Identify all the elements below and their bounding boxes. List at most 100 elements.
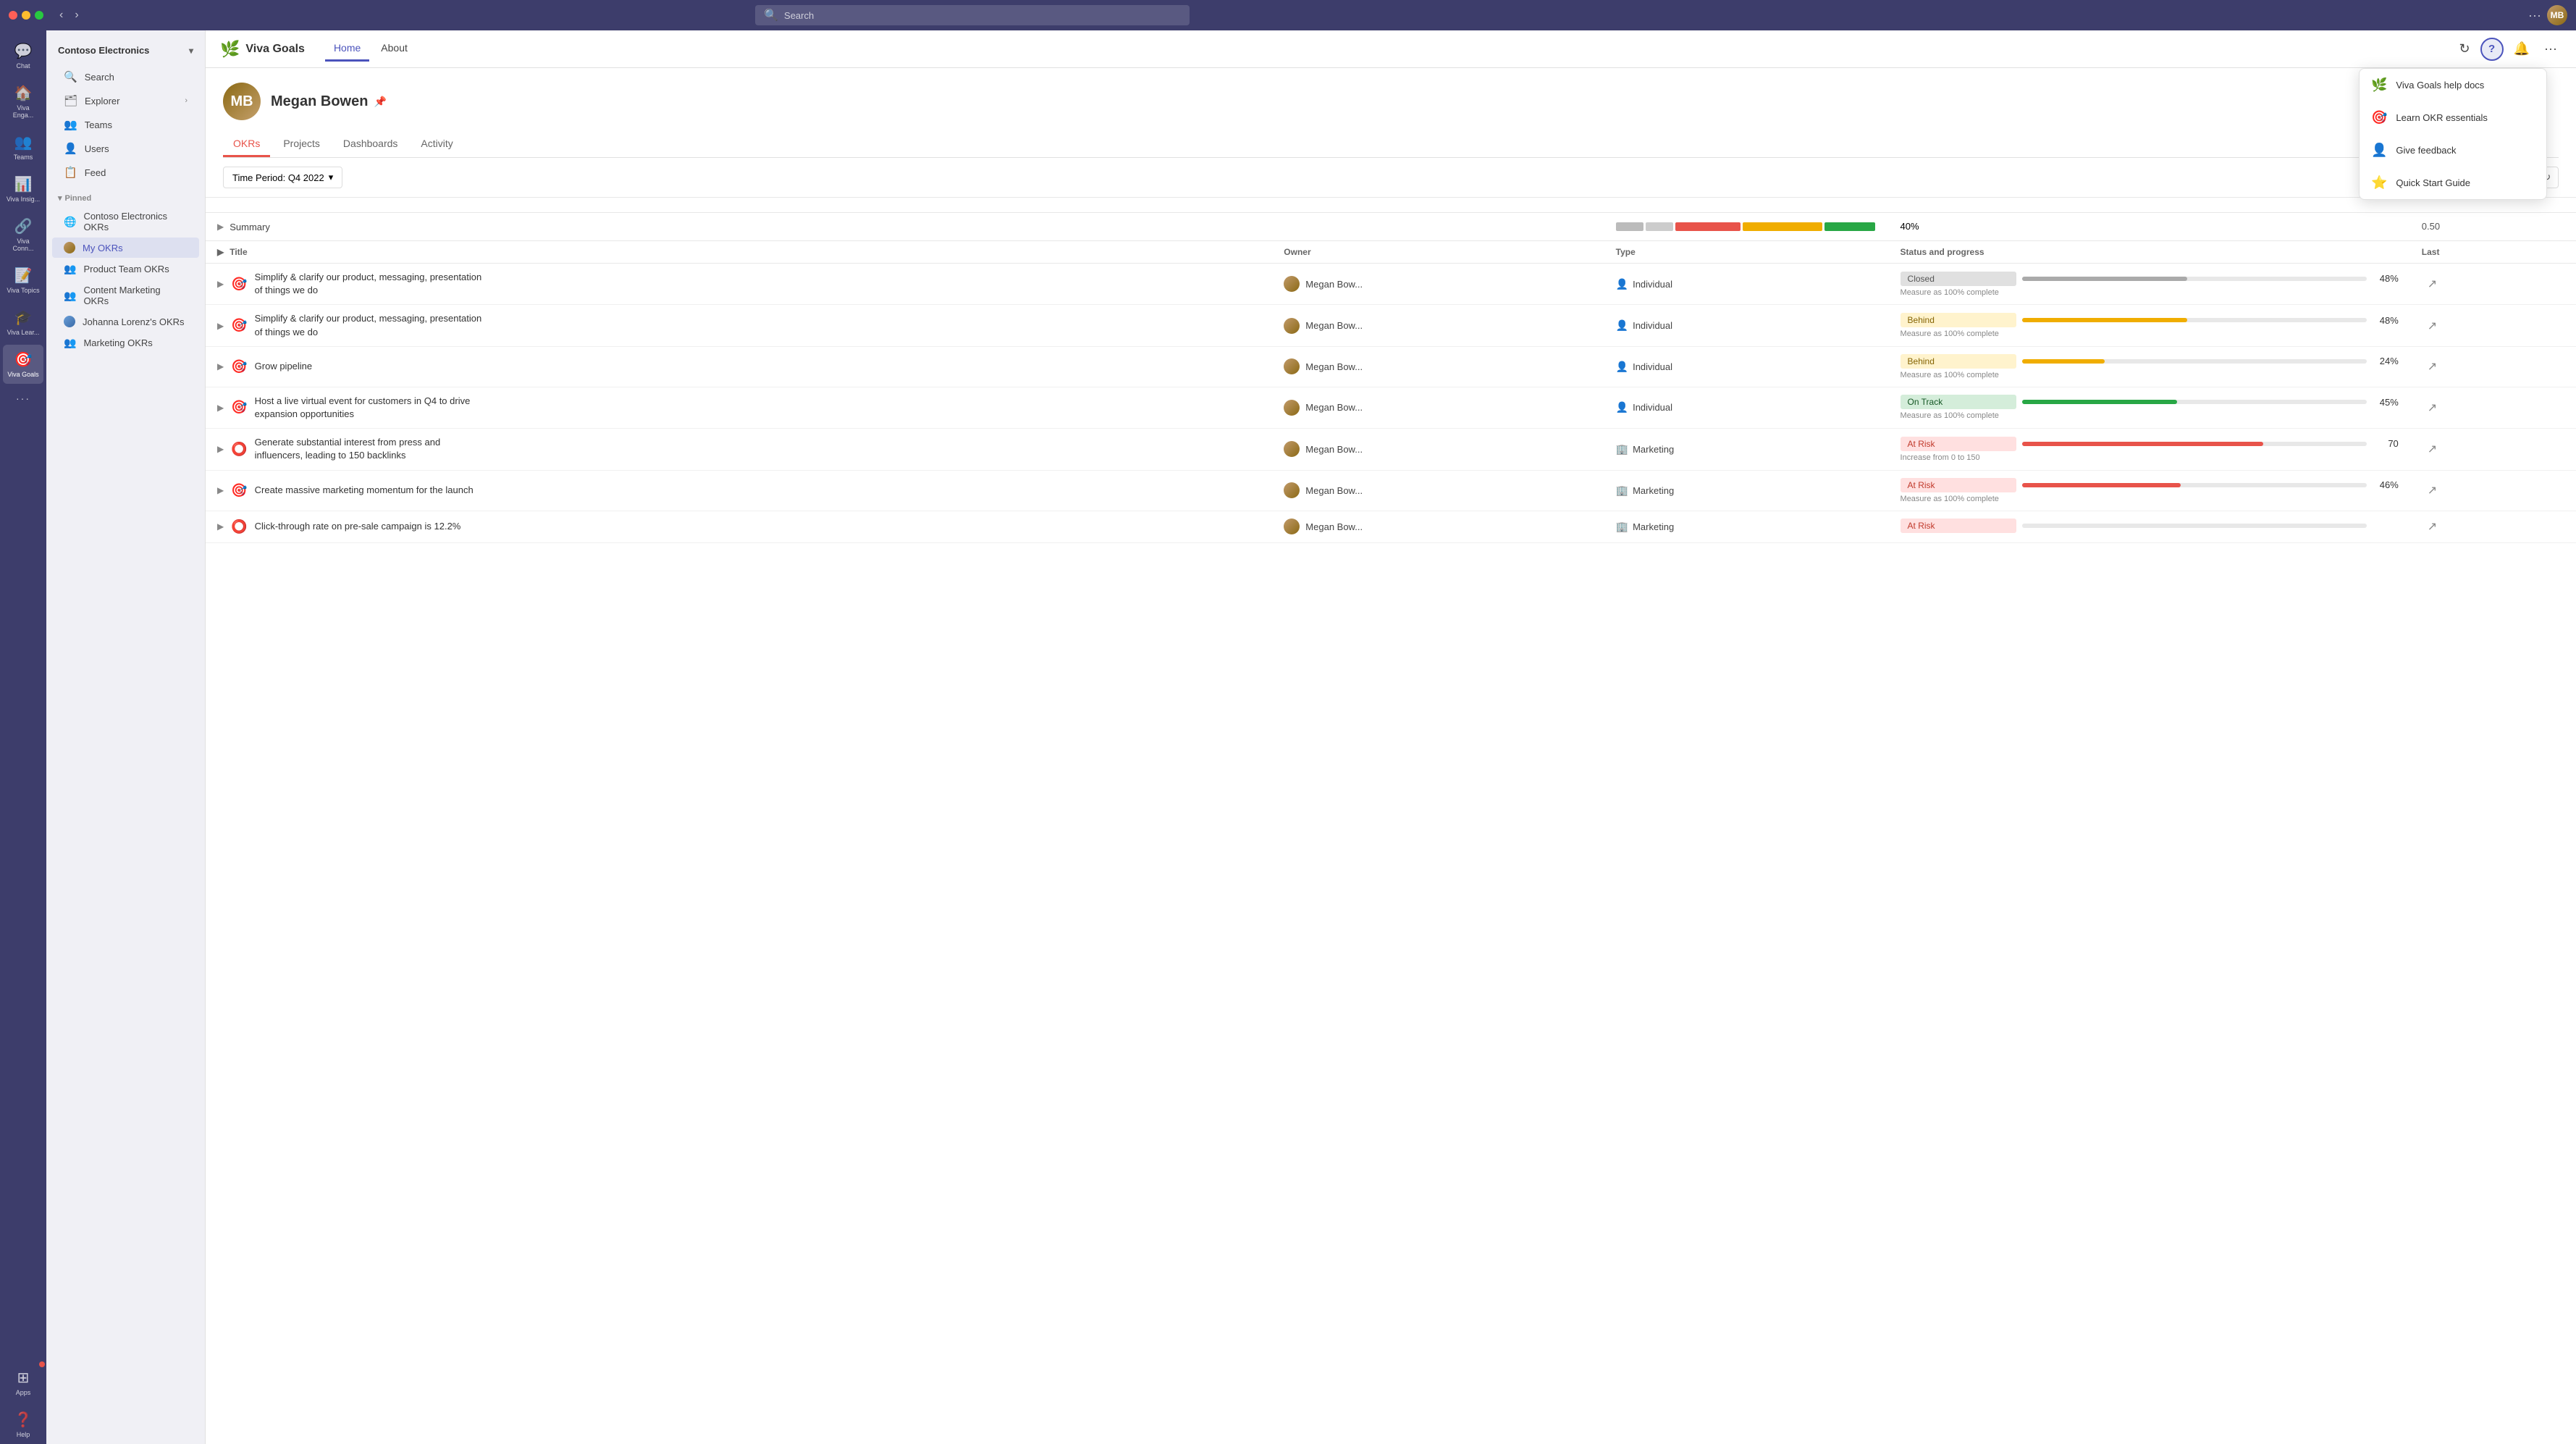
owner-name: Megan Bow... bbox=[1305, 444, 1363, 455]
dropdown-give-feedback[interactable]: 👤 Give feedback bbox=[2360, 134, 2546, 167]
progress-bar-fill bbox=[2022, 442, 2263, 446]
help-button[interactable]: ? bbox=[2480, 38, 2504, 61]
okr-title-text: Create massive marketing momentum for th… bbox=[255, 484, 473, 497]
sidebar-nav-feed[interactable]: 📋 Feed bbox=[52, 161, 199, 184]
row-expand-icon[interactable]: ▶ bbox=[217, 444, 224, 454]
pinned-johanna[interactable]: Johanna Lorenz's OKRs bbox=[52, 311, 199, 332]
row-expand-icon[interactable]: ▶ bbox=[217, 279, 224, 289]
tab-activity[interactable]: Activity bbox=[411, 132, 463, 157]
my-okrs-label: My OKRs bbox=[83, 243, 123, 253]
minimize-button[interactable] bbox=[22, 11, 30, 20]
okr-type-icon: 🎯 bbox=[231, 400, 247, 415]
okr-owner-cell: Megan Bow... bbox=[1272, 346, 1604, 387]
maximize-button[interactable] bbox=[35, 11, 43, 20]
row-expand-icon[interactable]: ▶ bbox=[217, 361, 224, 372]
owner-avatar bbox=[1284, 276, 1300, 292]
feed-nav-label: Feed bbox=[85, 167, 106, 178]
summary-bar-4 bbox=[1743, 222, 1822, 231]
search-bar[interactable]: 🔍 bbox=[755, 5, 1190, 25]
viva-learning-icon: 🎓 bbox=[14, 308, 33, 327]
users-nav-label: Users bbox=[85, 143, 109, 154]
summary-expand-icon[interactable]: ▶ bbox=[217, 222, 224, 232]
top-nav: 🌿 Viva Goals Home About ↻ ? 🔔 ··· bbox=[206, 30, 2576, 68]
dropdown-learn-okr[interactable]: 🎯 Learn OKR essentials bbox=[2360, 101, 2546, 134]
share-icon[interactable]: ↗ bbox=[2428, 443, 2437, 456]
share-icon[interactable]: ↗ bbox=[2428, 484, 2437, 497]
dropdown-help-docs[interactable]: 🌿 Viva Goals help docs bbox=[2360, 69, 2546, 101]
sidebar-item-viva-connections[interactable]: 🔗 Viva Conn... bbox=[3, 211, 43, 258]
sidebar-nav-explorer[interactable]: 🗂 Explorer › bbox=[52, 89, 199, 112]
nav-link-home[interactable]: Home bbox=[325, 36, 369, 62]
okr-status-cell: At Risk 46% Measure as 100% complete bbox=[1889, 470, 2410, 511]
row-expand-icon[interactable]: ▶ bbox=[217, 403, 224, 413]
th-owner bbox=[1272, 198, 1604, 213]
sidebar-item-viva-learning[interactable]: 🎓 Viva Lear... bbox=[3, 303, 43, 342]
share-icon[interactable]: ↗ bbox=[2428, 521, 2437, 533]
sidebar-item-more[interactable]: ··· bbox=[3, 387, 43, 410]
th-status bbox=[1889, 198, 2410, 213]
pinned-contoso-okrs[interactable]: 🌐 Contoso Electronics OKRs bbox=[52, 206, 199, 237]
teams-nav-label: Teams bbox=[85, 119, 112, 130]
sidebar-item-teams[interactable]: 👥 Teams bbox=[3, 127, 43, 167]
explorer-expand-icon: › bbox=[185, 96, 188, 105]
profile-tabs: OKRs Projects Dashboards Activity bbox=[223, 132, 2559, 158]
feed-nav-icon: 📋 bbox=[64, 166, 77, 179]
row-expand-icon[interactable]: ▶ bbox=[217, 321, 224, 331]
pinned-content-marketing[interactable]: 👥 Content Marketing OKRs bbox=[52, 280, 199, 311]
okr-status-cell: Behind 48% Measure as 100% complete bbox=[1889, 305, 2410, 346]
refresh-button[interactable]: ↻ bbox=[2455, 37, 2475, 61]
tab-dashboards[interactable]: Dashboards bbox=[333, 132, 408, 157]
topnav-more-button[interactable]: ··· bbox=[2540, 37, 2562, 61]
sidebar-nav-users[interactable]: 👤 Users bbox=[52, 137, 199, 160]
notifications-button[interactable]: 🔔 bbox=[2509, 37, 2534, 61]
pinned-toggle-icon[interactable]: ▾ bbox=[58, 193, 62, 203]
share-icon[interactable]: ↗ bbox=[2428, 320, 2437, 332]
viva-topics-label: Viva Topics bbox=[7, 287, 39, 294]
close-button[interactable] bbox=[9, 11, 17, 20]
progress-bar-bg bbox=[2022, 359, 2367, 364]
sidebar-nav-search[interactable]: 🔍 Search bbox=[52, 65, 199, 88]
sidebar-item-viva-goals[interactable]: 🎯 Viva Goals bbox=[3, 345, 43, 384]
nav-link-about[interactable]: About bbox=[372, 36, 416, 62]
type-cell-content: 🏢 Marketing bbox=[1616, 443, 1877, 456]
type-label: Individual bbox=[1633, 402, 1672, 413]
sidebar-item-viva-topics[interactable]: 📝 Viva Topics bbox=[3, 261, 43, 300]
app-name: Viva Goals bbox=[245, 43, 305, 56]
share-icon[interactable]: ↗ bbox=[2428, 361, 2437, 373]
main-content: 🌿 Viva Goals Home About ↻ ? 🔔 ··· MB bbox=[206, 30, 2576, 1444]
org-chevron-icon: ▾ bbox=[189, 46, 193, 56]
share-icon[interactable]: ↗ bbox=[2428, 402, 2437, 414]
time-period-button[interactable]: Time Period: Q4 2022 ▾ bbox=[223, 167, 342, 188]
dropdown-quick-start[interactable]: ⭐ Quick Start Guide bbox=[2360, 167, 2546, 199]
title-expand-icon[interactable]: ▶ bbox=[217, 247, 224, 257]
app-logo: 🌿 Viva Goals bbox=[220, 40, 305, 59]
sidebar-item-help[interactable]: ❓ Help bbox=[3, 1405, 43, 1444]
owner-avatar bbox=[1284, 519, 1300, 534]
icon-rail: 💬 Chat 🏠 Viva Enga... 👥 Teams 📊 Viva Ins… bbox=[0, 30, 46, 1444]
forward-button[interactable]: › bbox=[70, 6, 83, 25]
sidebar-item-viva-engage[interactable]: 🏠 Viva Enga... bbox=[3, 78, 43, 125]
pinned-product-team[interactable]: 👥 Product Team OKRs bbox=[52, 259, 199, 280]
okr-last-cell: ↗ bbox=[2410, 470, 2576, 511]
back-button[interactable]: ‹ bbox=[55, 6, 67, 25]
viva-goals-dropdown-icon: 🌿 bbox=[2371, 77, 2387, 93]
titlebar-more-button[interactable]: ··· bbox=[2528, 8, 2541, 23]
sidebar-item-viva-insights[interactable]: 📊 Viva Insig... bbox=[3, 169, 43, 209]
pinned-my-okrs[interactable]: My OKRs bbox=[52, 238, 199, 258]
search-input[interactable] bbox=[784, 10, 1181, 21]
row-expand-icon[interactable]: ▶ bbox=[217, 521, 224, 532]
tab-okrs[interactable]: OKRs bbox=[223, 132, 270, 157]
user-avatar[interactable]: MB bbox=[2547, 5, 2567, 25]
org-selector[interactable]: Contoso Electronics ▾ bbox=[46, 39, 205, 62]
type-cell-content: 👤 Individual bbox=[1616, 361, 1877, 373]
pinned-marketing-okrs[interactable]: 👥 Marketing OKRs bbox=[52, 332, 199, 353]
sidebar-item-apps[interactable]: ⊞ Apps bbox=[3, 1363, 43, 1402]
owner-name: Megan Bow... bbox=[1305, 361, 1363, 372]
okr-type-cell: 🏢 Marketing bbox=[1604, 470, 1889, 511]
share-icon[interactable]: ↗ bbox=[2428, 278, 2437, 290]
tab-projects[interactable]: Projects bbox=[273, 132, 330, 157]
row-expand-icon[interactable]: ▶ bbox=[217, 485, 224, 495]
sidebar-item-chat[interactable]: 💬 Chat bbox=[3, 36, 43, 75]
sidebar-nav-teams[interactable]: 👥 Teams bbox=[52, 113, 199, 136]
summary-bar-5 bbox=[1824, 222, 1875, 231]
